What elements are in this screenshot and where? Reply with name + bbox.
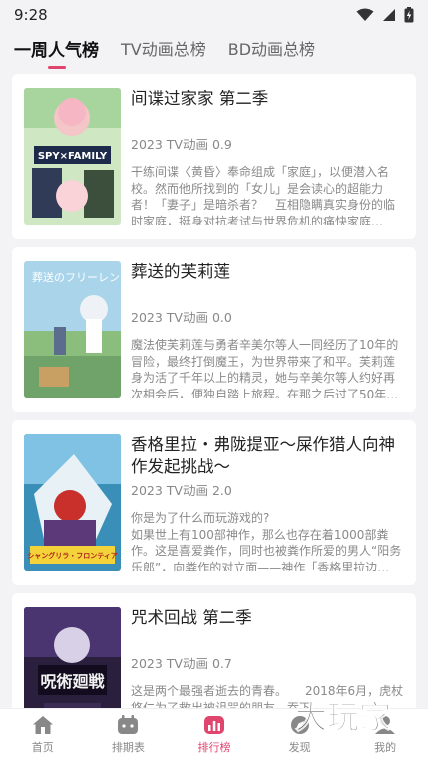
signal-icon [383, 9, 395, 21]
anime-card[interactable]: シャングリラ・フロンティア 香格里拉・弗陇提亚～屎作猎人向神作发起挑战～ 202… [12, 420, 416, 585]
ranking-tabs: 一周人气榜 TV动画总榜 BD动画总榜 [0, 30, 428, 70]
anime-cover: 葬送のフリーレン [24, 261, 121, 398]
anime-description: 你是为了什么而玩游戏的? 如果世上有100部神作，那么也存在着1000部粪作。这… [131, 511, 402, 571]
status-icons [356, 7, 414, 23]
anime-title: 咒术回战 第二季 [131, 608, 252, 627]
anime-info: 间谍过家家 第二季 2023 TV动画 0.9 干练间谍〈黄昏〉奉命组成「家庭」… [131, 88, 404, 225]
anime-description: 魔法使芙莉莲与勇者辛美尔等人一同经历了10年的冒险，最终打倒魔王，为世界带来了和… [131, 338, 399, 398]
ranking-list[interactable]: SPY×FAMILY 间谍过家家 第二季 2023 TV动画 0.9 干练间谍〈… [0, 74, 428, 708]
nav-schedule[interactable]: 排期表 [86, 709, 172, 760]
nav-label: 我的 [374, 740, 397, 754]
anime-title: 间谍过家家 第二季 [131, 89, 269, 108]
cover-text: シャングリラ・フロンティア [27, 551, 118, 560]
wifi-icon [356, 8, 374, 21]
battery-icon [404, 7, 414, 23]
anime-info: 葬送的芙莉莲 2023 TV动画 0.0 魔法使芙莉莲与勇者辛美尔等人一同经历了… [131, 261, 404, 398]
status-time: 9:28 [14, 6, 48, 24]
anime-info: 香格里拉・弗陇提亚～屎作猎人向神作发起挑战～ 2023 TV动画 2.0 你是为… [131, 434, 404, 571]
anime-card[interactable]: 葬送のフリーレン 葬送的芙莉莲 2023 TV动画 0.0 魔法使芙莉莲与勇者辛… [12, 247, 416, 412]
nav-label: 首页 [31, 740, 54, 754]
anime-card[interactable]: SPY×FAMILY 间谍过家家 第二季 2023 TV动画 0.9 干练间谍〈… [12, 74, 416, 239]
schedule-icon [118, 714, 139, 734]
tab-tv-anime-ranking[interactable]: TV动画总榜 [121, 36, 206, 66]
anime-cover: 呪術廻戦 [24, 607, 121, 708]
anime-cover: SPY×FAMILY [24, 88, 121, 225]
tab-bd-anime-ranking[interactable]: BD动画总榜 [228, 36, 315, 66]
nav-home[interactable]: 首页 [0, 709, 86, 760]
anime-title: 葬送的芙莉莲 [131, 262, 230, 281]
cover-text: SPY×FAMILY [38, 151, 108, 162]
anime-meta: 2023 TV动画 0.0 [131, 310, 232, 326]
anime-meta: 2023 TV动画 2.0 [131, 483, 232, 499]
nav-label: 发现 [288, 740, 311, 754]
tab-weekly-popular[interactable]: 一周人气榜 [14, 36, 99, 67]
svg-text:大玩家: 大玩家 [295, 698, 391, 736]
cover-text: 呪術廻戦 [40, 672, 105, 691]
anime-title: 香格里拉・弗陇提亚～屎作猎人向神作发起挑战～ [131, 435, 395, 475]
watermark-logo: 大玩家 [294, 698, 391, 737]
anime-cover: シャングリラ・フロンティア [24, 434, 121, 571]
status-bar: 9:28 [0, 0, 428, 30]
anime-meta: 2023 TV动画 0.7 [131, 656, 232, 672]
ranking-icon [203, 715, 224, 734]
anime-description: 干练间谍〈黄昏〉奉命组成「家庭」，以便潜入名校。然而他所找到的「女儿」是会读心的… [131, 165, 396, 225]
nav-ranking[interactable]: 排行榜 [171, 709, 257, 760]
nav-label: 排行榜 [197, 740, 231, 754]
anime-card[interactable]: 呪術廻戦 咒术回战 第二季 2023 TV动画 0.7 这是两个最强者逝去的青春… [12, 593, 416, 708]
home-icon [32, 715, 53, 734]
anime-meta: 2023 TV动画 0.9 [131, 137, 232, 153]
cover-text: 葬送のフリーレン [32, 270, 120, 284]
nav-label: 排期表 [111, 740, 145, 754]
